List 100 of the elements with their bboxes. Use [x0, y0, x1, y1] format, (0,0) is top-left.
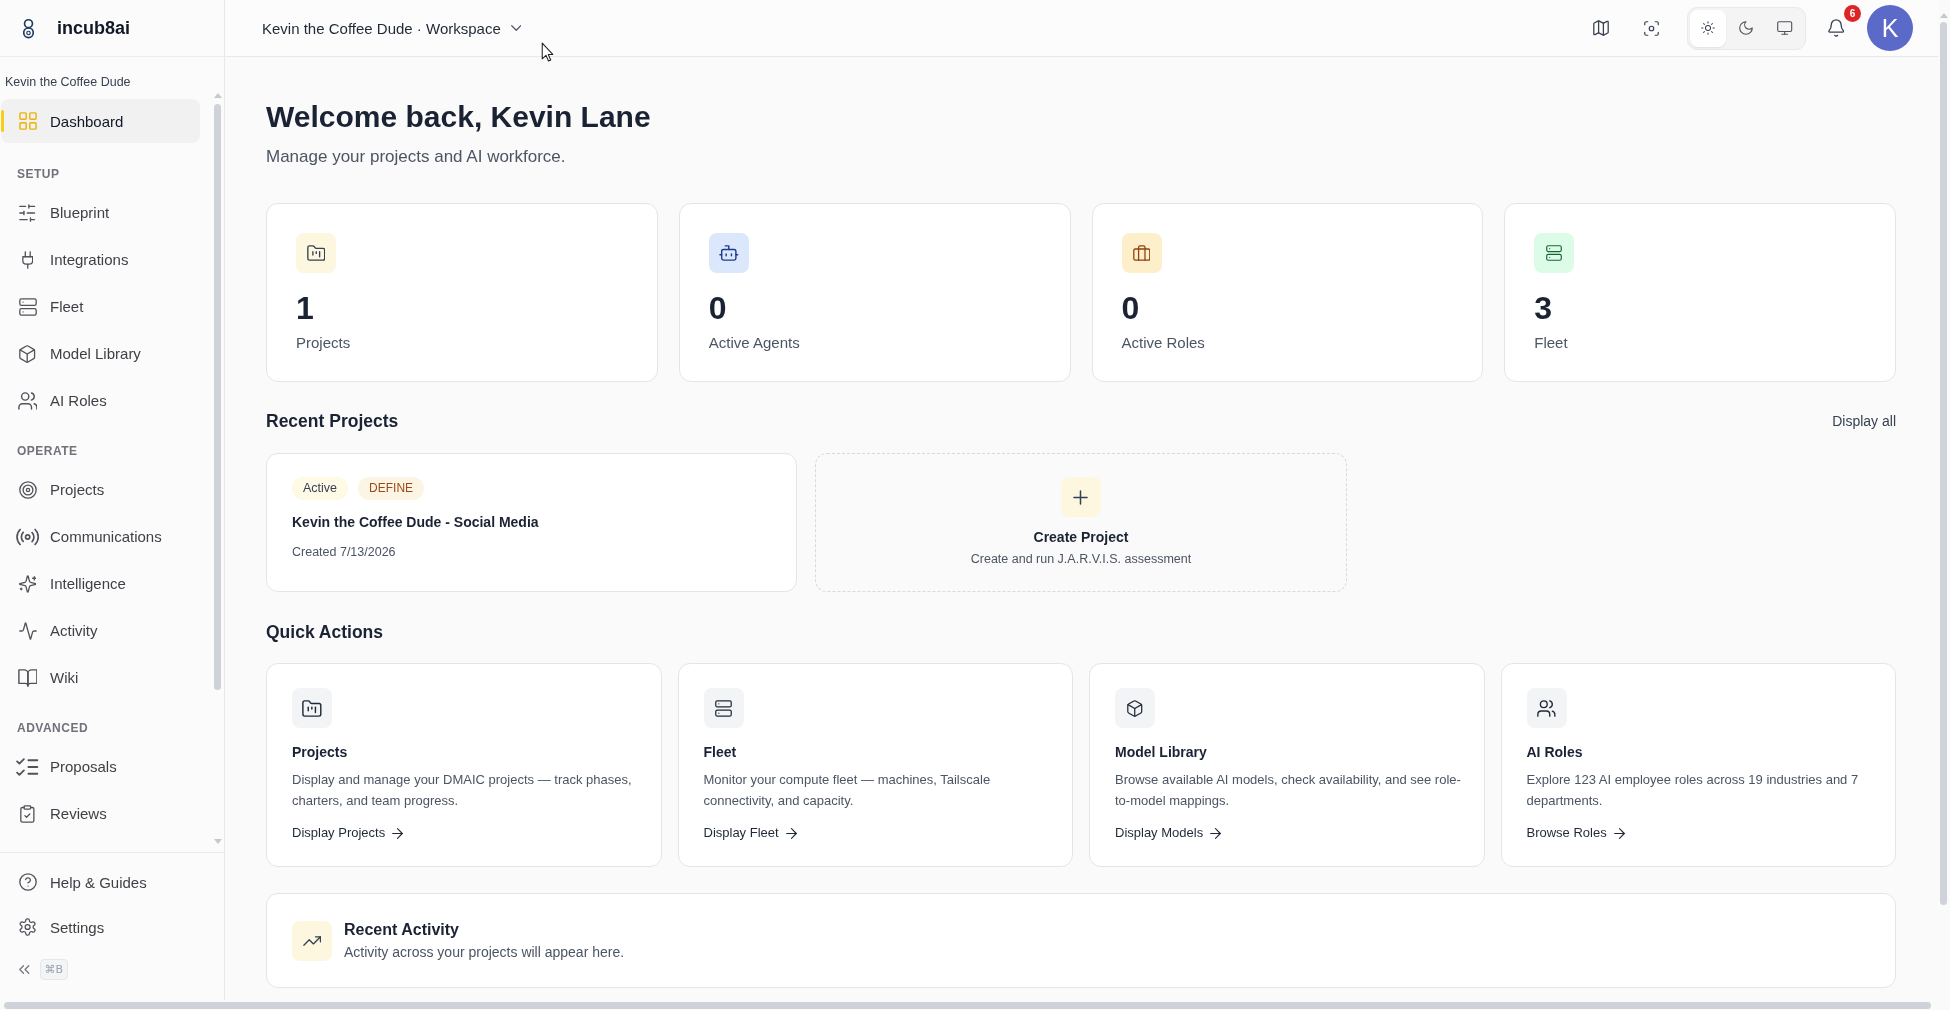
map-icon — [1593, 20, 1609, 36]
user-avatar[interactable]: K — [1867, 5, 1913, 51]
brand-name: incub8ai — [57, 17, 131, 39]
stat-value: 0 — [708, 289, 728, 327]
radio-waves-icon — [15, 527, 40, 546]
stat-label: Fleet — [1534, 333, 1569, 353]
arrow-right-icon — [1210, 827, 1222, 839]
quick-action-link[interactable]: Display Projects — [292, 823, 404, 843]
robot-icon — [708, 233, 749, 273]
users-icon — [1526, 688, 1567, 728]
help-icon — [18, 873, 37, 891]
nav-item[interactable]: Reviews — [1, 794, 200, 833]
quick-action-title: AI Roles — [1526, 743, 1584, 762]
cube-icon — [19, 344, 36, 363]
open-book-icon — [17, 668, 38, 687]
scroll-up-arrow-icon[interactable] — [214, 93, 222, 98]
workspace-switcher[interactable]: Kevin the Coffee Dude · Workspace — [262, 12, 522, 44]
section-title: Quick Actions — [266, 621, 383, 644]
project-card[interactable]: Active DEFINE Kevin the Coffee Dude - Social Media Created 7/13/2026 — [266, 453, 798, 592]
nav-item[interactable]: Activity — [1, 611, 200, 650]
activity-subtitle: Activity across your projects will appear here. — [344, 942, 625, 962]
page-title: Welcome back, Kevin Lane — [266, 99, 652, 135]
scrollbar-thumb[interactable] — [1940, 22, 1947, 905]
monitor-icon — [1777, 21, 1793, 35]
nav-item[interactable]: Model Library — [1, 334, 200, 373]
quick-action-title: Model Library — [1115, 743, 1208, 762]
section-title: Recent Projects — [266, 410, 399, 433]
nav-item[interactable]: Intelligence — [1, 564, 200, 603]
stat-label: Projects — [296, 333, 352, 353]
section-heading: OPERATE — [16, 443, 79, 459]
stat-value: 1 — [296, 289, 315, 327]
target-icon — [18, 480, 37, 499]
scroll-down-arrow-icon[interactable] — [214, 839, 222, 844]
server-icon — [1534, 233, 1575, 273]
quick-action-description: Display and manage your DMAIC projects — track phases, charters, and team progress. — [292, 771, 633, 810]
arrow-right-icon — [1613, 827, 1625, 839]
folder-chart-icon — [296, 233, 336, 273]
sliders-icon — [19, 203, 36, 222]
nav-item[interactable]: Integrations — [1, 240, 200, 279]
pulse-icon — [18, 621, 37, 640]
bell-icon — [1827, 19, 1845, 37]
project-date: Created 7/13/2026 — [292, 544, 397, 561]
nav-item[interactable]: Wiki — [1, 658, 200, 697]
notification-badge: 6 — [1844, 5, 1861, 22]
trending-up-icon — [292, 920, 332, 961]
focus-icon — [1643, 20, 1659, 36]
nav-item[interactable]: Settings — [1, 908, 200, 946]
nav-item[interactable]: Help & Guides — [1, 863, 200, 901]
quick-action-description: Browse available AI models, check availability, and see role-to-model mappings. — [1115, 771, 1462, 810]
users-icon — [17, 391, 38, 410]
stat-value: 0 — [1121, 289, 1141, 327]
quick-action-link[interactable]: Display Models — [1115, 823, 1222, 843]
sparkles-icon — [18, 574, 37, 593]
nav-item[interactable]: Dashboard — [1, 99, 200, 143]
display-all-link[interactable]: Display all — [1832, 413, 1896, 429]
workspace-label: Kevin the Coffee Dude — [4, 74, 132, 90]
status-tag: Active — [292, 477, 349, 500]
scroll-up-arrow-icon[interactable] — [1940, 13, 1948, 18]
briefcase-icon — [1121, 233, 1162, 273]
section-heading: ADVANCED — [16, 720, 90, 736]
activity-title: Recent Activity — [344, 919, 460, 940]
section-heading: SETUP — [16, 166, 61, 182]
checklist-icon — [16, 757, 39, 776]
create-project-title: Create Project — [1033, 528, 1129, 547]
logo-icon — [23, 17, 34, 39]
create-project-subtitle: Create and run J.A.R.V.I.S. assessment — [970, 551, 1192, 568]
clipboard-check-icon — [20, 804, 35, 823]
scrollbar-thumb[interactable] — [214, 104, 221, 690]
stat-value: 3 — [1534, 289, 1554, 327]
settings-icon — [18, 918, 37, 936]
quick-action-description: Monitor your compute fleet — machines, Tailscale connectivity, and capacity. — [703, 771, 992, 810]
stat-label: Active Agents — [708, 333, 801, 353]
stat-label: Active Roles — [1121, 333, 1206, 353]
cube-icon — [1115, 688, 1155, 728]
nav-item[interactable]: Proposals — [1, 747, 200, 786]
arrow-right-icon — [785, 827, 797, 839]
collapse-sidebar-button[interactable] — [19, 964, 30, 974]
keyboard-shortcut: ⌘B — [39, 958, 69, 980]
nav-item[interactable]: AI Roles — [1, 381, 200, 420]
quick-action-link[interactable]: Display Fleet — [703, 823, 797, 843]
phase-tag: DEFINE — [358, 477, 425, 500]
quick-action-title: Projects — [292, 743, 349, 762]
light-mode-button[interactable] — [1690, 9, 1727, 47]
create-project-card[interactable]: Create Project Create and run J.A.R.V.I.S. assessment — [815, 453, 1347, 592]
nav-item[interactable]: Blueprint — [1, 193, 200, 232]
scrollbar-thumb[interactable] — [4, 1002, 1931, 1009]
folder-chart-icon — [292, 688, 332, 728]
chevron-down-icon — [510, 25, 522, 31]
quick-action-description: Explore 123 AI employee roles across 19 industries and 7 departments. — [1526, 771, 1860, 810]
page-subtitle: Manage your projects and AI workforce. — [266, 146, 567, 168]
moon-icon — [1739, 21, 1754, 35]
nav-item[interactable]: Communications — [1, 517, 200, 556]
nav-item[interactable]: Projects — [1, 470, 200, 509]
server-icon — [703, 688, 744, 728]
arrow-right-icon — [392, 827, 404, 839]
sun-icon — [1701, 21, 1716, 35]
server-icon — [18, 297, 37, 316]
chevrons-left-icon — [19, 964, 30, 974]
quick-action-link[interactable]: Browse Roles — [1526, 823, 1625, 843]
nav-item[interactable]: Fleet — [1, 287, 200, 326]
